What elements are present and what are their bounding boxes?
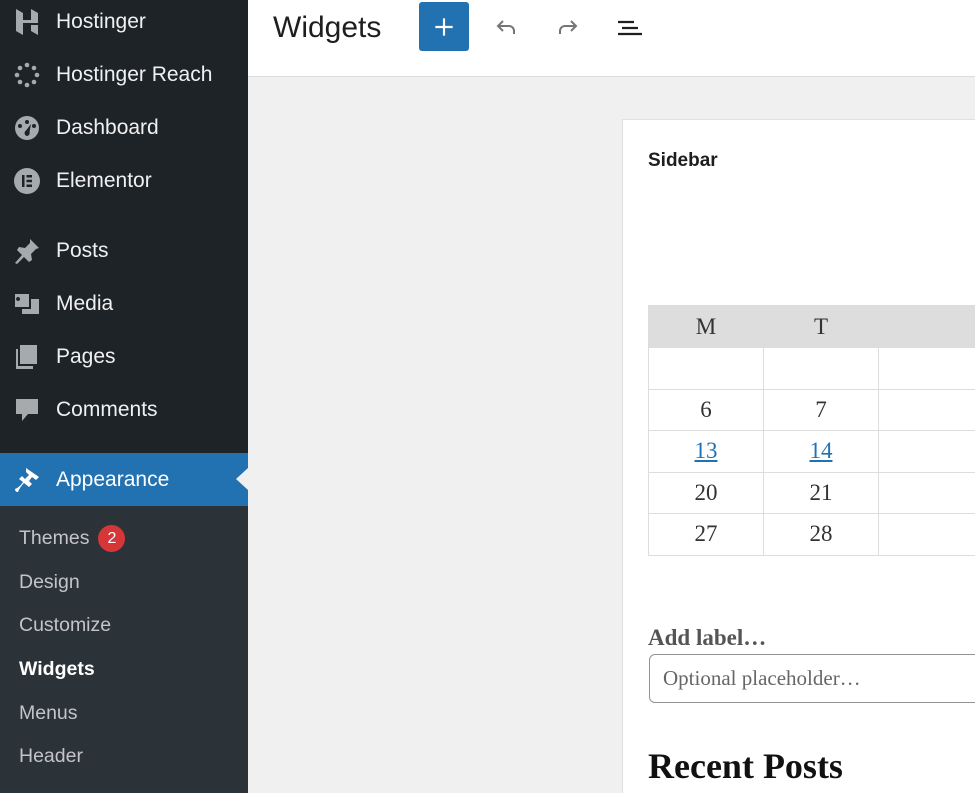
submenu-label: Menus xyxy=(19,702,78,724)
menu-label: Appearance xyxy=(56,467,170,491)
calendar-widget[interactable]: M T 6 7 13 14 20 21 27 28 xyxy=(648,305,975,556)
menu-label: Pages xyxy=(56,345,116,368)
calendar-day: 20 xyxy=(648,471,764,514)
menu-item-pages[interactable]: Pages xyxy=(0,335,248,379)
menu-item-hostinger[interactable]: Hostinger xyxy=(0,0,248,44)
media-icon xyxy=(12,289,42,319)
search-input[interactable] xyxy=(649,654,975,703)
menu-label: Media xyxy=(56,292,114,315)
list-view-button[interactable] xyxy=(610,8,650,48)
calendar-day xyxy=(877,471,975,514)
undo-button[interactable] xyxy=(486,8,526,48)
calendar-day xyxy=(877,388,975,431)
submenu-item-customize[interactable]: Customize xyxy=(19,614,111,637)
calendar-week-row: 27 28 xyxy=(648,513,975,556)
update-count-badge: 2 xyxy=(98,525,126,552)
calendar-day: 6 xyxy=(648,388,764,431)
submenu-label: Themes xyxy=(19,527,90,549)
appearance-submenu: Themes 2 Design Customize Widgets Menus … xyxy=(0,506,248,793)
menu-item-comments[interactable]: Comments xyxy=(0,388,248,432)
menu-item-dashboard[interactable]: Dashboard xyxy=(0,106,248,150)
calendar-weekday-header: M xyxy=(648,305,764,348)
undo-icon xyxy=(496,20,515,34)
redo-icon xyxy=(559,20,578,34)
calendar-day xyxy=(877,430,975,473)
submenu-item-header[interactable]: Header xyxy=(19,745,83,768)
add-block-button[interactable] xyxy=(419,2,469,51)
menu-label: Dashboard xyxy=(56,116,159,139)
submenu-label: Customize xyxy=(19,614,112,636)
menu-item-media[interactable]: Media xyxy=(0,282,248,326)
submenu-item-themes[interactable]: Themes 2 xyxy=(19,525,126,552)
menu-item-posts[interactable]: Posts xyxy=(0,229,248,273)
submenu-item-menus[interactable]: Menus xyxy=(19,702,78,725)
reach-spinner-icon xyxy=(12,60,42,90)
submenu-item-widgets[interactable]: Widgets xyxy=(19,658,95,681)
calendar-day-link[interactable]: 14 xyxy=(762,430,879,473)
calendar-day: 21 xyxy=(762,471,879,514)
calendar-day: 28 xyxy=(762,513,879,556)
calendar-week-row: 13 14 xyxy=(648,430,975,473)
calendar-day xyxy=(877,513,975,556)
calendar-day: 27 xyxy=(648,513,764,556)
submenu-label: Design xyxy=(19,571,80,593)
menu-label: Posts xyxy=(56,239,109,262)
page-title: Widgets xyxy=(273,11,382,44)
editor-header: Widgets xyxy=(248,0,975,77)
calendar-day-link[interactable]: 13 xyxy=(648,430,764,473)
dashboard-gauge-icon xyxy=(12,113,42,143)
pushpin-icon xyxy=(12,236,42,266)
menu-item-elementor[interactable]: Elementor xyxy=(0,159,248,203)
menu-label: Comments xyxy=(56,398,158,421)
comment-bubble-icon xyxy=(12,395,42,425)
menu-label: Elementor xyxy=(56,169,152,192)
calendar-weekday-header: T xyxy=(762,305,879,348)
redo-button[interactable] xyxy=(548,8,588,48)
menu-item-appearance[interactable]: Appearance xyxy=(0,453,248,506)
pages-icon xyxy=(12,342,42,372)
submenu-label: Header xyxy=(19,745,83,767)
plus-icon xyxy=(435,17,453,36)
menu-item-hostinger-reach[interactable]: Hostinger Reach xyxy=(0,53,248,97)
widget-area-title: Sidebar xyxy=(648,150,718,171)
hostinger-logo-icon xyxy=(12,7,42,37)
recent-posts-title[interactable]: Recent Posts xyxy=(648,745,843,787)
calendar-weekday-header xyxy=(877,305,975,348)
calendar-day xyxy=(762,347,879,390)
elementor-icon xyxy=(12,166,42,196)
menu-label: Hostinger xyxy=(56,10,146,33)
calendar-day xyxy=(648,347,764,390)
submenu-label: Widgets xyxy=(19,658,95,680)
calendar-day: 7 xyxy=(762,388,879,431)
calendar-week-row: 6 7 xyxy=(648,388,975,431)
widget-area-sidebar[interactable]: Sidebar M T 6 7 13 14 20 21 27 28 Add la… xyxy=(622,119,975,793)
widget-canvas: Sidebar M T 6 7 13 14 20 21 27 28 Add la… xyxy=(248,78,975,793)
paintbrush-icon xyxy=(12,465,42,495)
admin-sidebar: Hostinger Hostinger Reach Dashboard Elem… xyxy=(0,0,248,793)
list-view-icon xyxy=(618,20,642,36)
menu-label: Hostinger Reach xyxy=(56,63,213,86)
submenu-item-design[interactable]: Design xyxy=(19,571,80,594)
calendar-day xyxy=(877,347,975,390)
calendar-header-row: M T xyxy=(648,305,975,348)
calendar-week-row xyxy=(648,347,975,390)
active-menu-indicator xyxy=(236,468,248,490)
search-label[interactable]: Add label… xyxy=(648,625,766,651)
calendar-week-row: 20 21 xyxy=(648,471,975,514)
